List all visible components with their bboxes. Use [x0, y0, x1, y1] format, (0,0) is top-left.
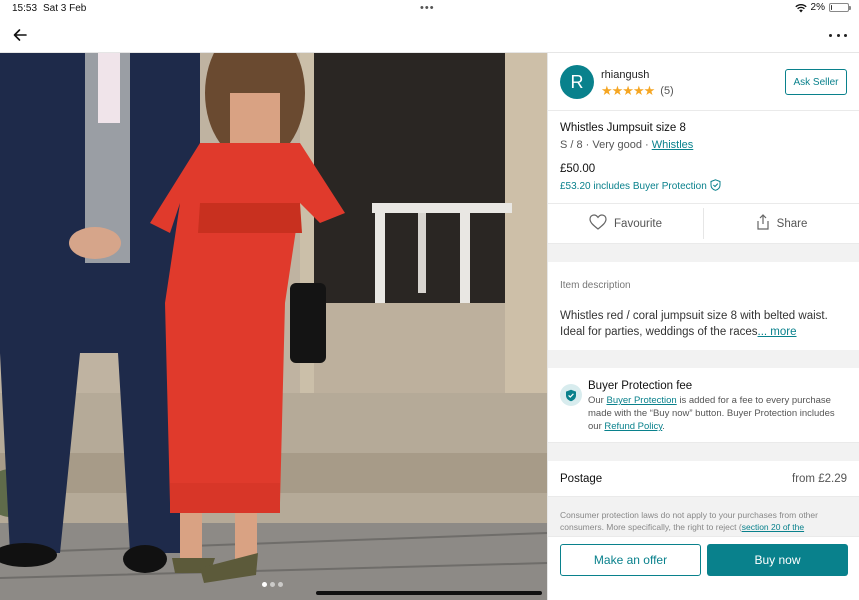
- buy-now-button[interactable]: Buy now: [707, 544, 848, 576]
- avatar[interactable]: R: [560, 65, 594, 99]
- status-bar: 15:53 Sat 3 Feb ••• 2%: [0, 0, 859, 18]
- bp-text-3: .: [662, 421, 665, 432]
- consumer-text: Consumer protection laws do not apply to…: [560, 509, 847, 533]
- status-date: Sat 3 Feb: [43, 3, 87, 14]
- multitasking-dots-icon[interactable]: •••: [420, 2, 435, 14]
- buyer-protection-info: Buyer Protection fee Our Buyer Protectio…: [548, 368, 859, 443]
- shield-check-icon: [710, 179, 721, 194]
- read-more-link[interactable]: ... more: [758, 326, 797, 338]
- home-indicator[interactable]: [316, 591, 542, 595]
- wifi-icon: [794, 3, 807, 13]
- section-20-link[interactable]: section 20 of the: [742, 522, 804, 532]
- nav-bar: [0, 18, 859, 53]
- battery-percent: 2%: [810, 2, 825, 13]
- section-gap: [548, 350, 859, 368]
- seller-rating: ★★★★★ (5): [601, 83, 674, 99]
- item-description: Item description Whistles red / coral ju…: [548, 262, 859, 350]
- size-condition: S / 8 · Very good ·: [560, 139, 652, 151]
- favourite-button[interactable]: Favourite: [548, 204, 703, 243]
- review-count: (5): [660, 85, 674, 97]
- protection-price[interactable]: £53.20 includes Buyer Protection: [560, 179, 847, 194]
- make-offer-button[interactable]: Make an offer: [560, 544, 701, 576]
- heart-icon: [589, 214, 607, 233]
- refund-policy-link[interactable]: Refund Policy: [604, 421, 662, 432]
- battery-icon: [829, 3, 851, 12]
- ask-seller-button[interactable]: Ask Seller: [785, 69, 847, 95]
- shield-icon: [560, 384, 582, 406]
- more-horizontal-icon[interactable]: [829, 27, 847, 43]
- buyer-protection-title: Buyer Protection fee: [588, 380, 693, 392]
- section-gap: [548, 244, 859, 262]
- section-gap: [548, 443, 859, 461]
- seller-row[interactable]: R rhiangush ★★★★★ (5) Ask Seller: [548, 53, 859, 111]
- share-icon: [756, 214, 770, 233]
- postage-row[interactable]: Postage from £2.29: [548, 461, 859, 497]
- carousel-dot[interactable]: [262, 582, 267, 587]
- status-right: 2%: [794, 2, 851, 13]
- star-rating-icon: ★★★★★: [601, 83, 655, 98]
- protection-price-text[interactable]: £53.20 includes Buyer Protection: [560, 181, 707, 192]
- item-summary: Whistles Jumpsuit size 8 S / 8 · Very go…: [548, 111, 859, 204]
- actions-row: Favourite Share: [548, 204, 859, 244]
- favourite-label: Favourite: [614, 217, 662, 230]
- item-price: £50.00: [560, 163, 596, 175]
- buyer-protection-text: Our Buyer Protection is added for a fee …: [588, 394, 847, 433]
- purchase-bar: Make an offer Buy now: [548, 536, 859, 600]
- bp-text-1: Our: [588, 395, 607, 406]
- postage-value: from £2.29: [792, 473, 847, 485]
- seller-name[interactable]: rhiangush: [601, 69, 649, 81]
- item-photo[interactable]: [0, 53, 547, 600]
- description-text: Whistles red / coral jumpsuit size 8 wit…: [560, 308, 847, 340]
- description-label: Item description: [560, 280, 631, 291]
- carousel-dots[interactable]: [262, 582, 283, 587]
- arrow-left-icon[interactable]: [12, 27, 28, 43]
- buyer-protection-link[interactable]: Buyer Protection: [606, 395, 676, 406]
- item-details-panel: R rhiangush ★★★★★ (5) Ask Seller Whistle…: [547, 53, 859, 600]
- item-meta: S / 8 · Very good · Whistles: [560, 139, 847, 151]
- status-time: 15:53: [12, 3, 38, 14]
- postage-label: Postage: [560, 473, 603, 485]
- brand-link[interactable]: Whistles: [652, 139, 694, 151]
- share-label: Share: [776, 217, 808, 230]
- carousel-dot[interactable]: [278, 582, 283, 587]
- item-title: Whistles Jumpsuit size 8: [560, 122, 686, 134]
- share-button[interactable]: Share: [704, 204, 859, 243]
- carousel-dot[interactable]: [270, 582, 275, 587]
